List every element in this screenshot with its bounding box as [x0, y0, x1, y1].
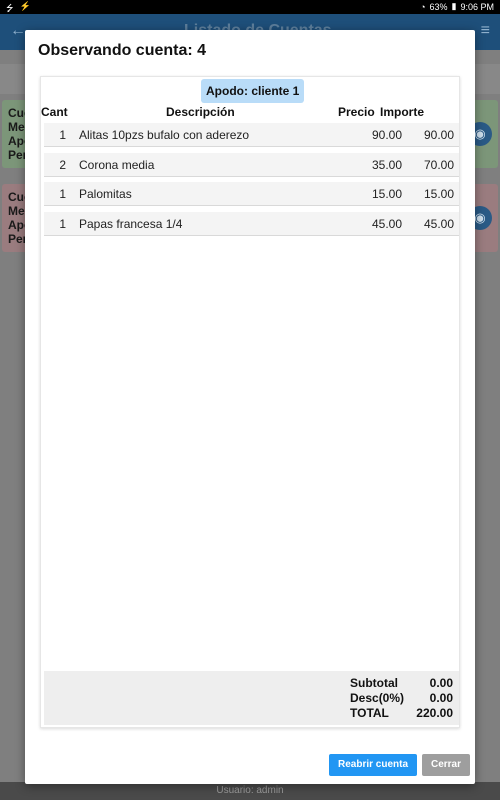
status-bar: ⭍ ⚡ ◔ 63% ▮ 9:06 PM: [0, 0, 500, 14]
cell-descripcion: Corona media: [79, 157, 155, 172]
cell-importe: 15.00: [423, 187, 454, 201]
cell-descripcion: Alitas 10pzs bufalo con aderezo: [79, 128, 250, 142]
total-label: TOTAL: [350, 706, 389, 720]
nickname-badge: Apodo: cliente 1: [201, 79, 305, 103]
wifi-icon: ◔: [420, 1, 426, 12]
discount-row: Desc(0%) 0.00: [44, 691, 459, 705]
cell-precio: 45.00: [371, 216, 402, 231]
subtotal-value: 0.00: [429, 676, 453, 690]
cell-cant: 1: [59, 216, 66, 231]
clock: 9:06 PM: [460, 1, 494, 12]
subtotal-label: Subtotal: [350, 676, 398, 690]
cell-precio: 35.00: [371, 157, 402, 172]
table-row: 1 Palomitas 15.00 15.00: [44, 182, 459, 206]
cell-descripcion: Papas francesa 1/4: [79, 216, 183, 231]
close-button[interactable]: Cerrar: [422, 754, 470, 776]
footer-user: Usuario: admin: [0, 782, 500, 800]
back-arrow-icon[interactable]: ←: [10, 22, 26, 40]
reopen-account-button[interactable]: Reabrir cuenta: [329, 754, 417, 776]
cell-importe: 70.00: [423, 157, 454, 172]
total-value: 220.00: [416, 706, 453, 720]
table-row: 1 Alitas 10pzs bufalo con aderezo 90.00 …: [44, 123, 459, 147]
dialog-title: Observando cuenta: 4: [38, 42, 207, 59]
column-header-descripcion: Descripción: [166, 105, 235, 119]
column-header-precio: Precio: [338, 105, 375, 119]
cell-importe: 45.00: [423, 216, 454, 231]
cell-precio: 90.00: [371, 128, 402, 142]
totals-box: Subtotal 0.00 Desc(0%) 0.00 TOTAL 220.00: [44, 671, 459, 725]
total-row: TOTAL 220.00: [44, 706, 459, 720]
subtotal-row: Subtotal 0.00: [44, 676, 459, 690]
cell-descripcion: Palomitas: [79, 187, 132, 201]
hamburger-menu-icon[interactable]: ≡: [481, 22, 490, 40]
account-dialog: Observando cuenta: 4 Apodo: cliente 1 Ca…: [25, 30, 475, 784]
cell-cant: 1: [59, 128, 66, 142]
items-list: 1 Alitas 10pzs bufalo con aderezo 90.00 …: [44, 123, 459, 241]
table-row: 2 Corona media 35.00 70.00: [44, 152, 459, 177]
cell-cant: 2: [59, 157, 66, 172]
table-header: Cant Descripción Precio Importe: [41, 105, 461, 121]
cell-precio: 15.00: [371, 187, 402, 201]
discount-value: 0.00: [429, 691, 453, 705]
discount-label: Desc(0%): [350, 691, 405, 705]
cell-cant: 1: [59, 187, 66, 201]
table-row: 1 Papas francesa 1/4 45.00 45.00: [44, 211, 459, 236]
column-header-cant: Cant: [41, 105, 68, 119]
battery-icon: ▮: [451, 1, 457, 11]
cell-importe: 90.00: [423, 128, 454, 142]
account-panel: Apodo: cliente 1 Cant Descripción Precio…: [40, 76, 460, 728]
battery-percent: 63%: [429, 1, 448, 12]
column-header-importe: Importe: [380, 105, 425, 119]
